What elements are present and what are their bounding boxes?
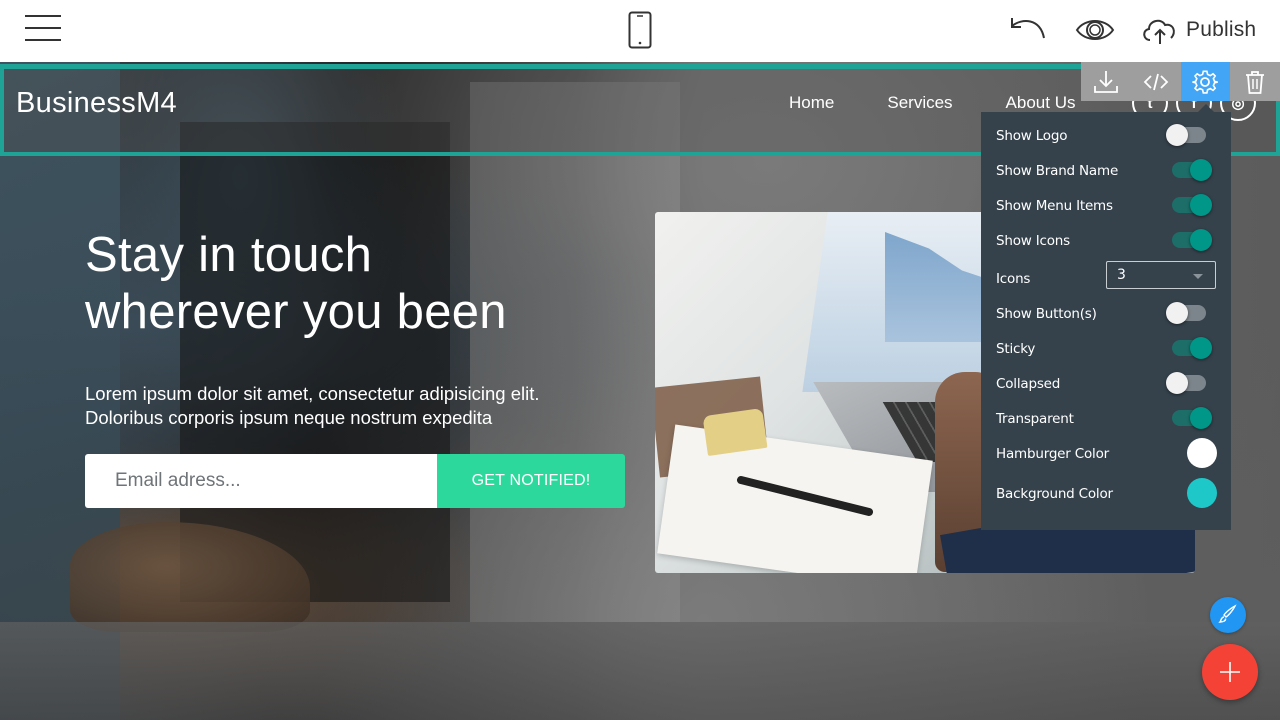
hamburger-menu-icon[interactable] [25,15,61,43]
setting-transparent: Transparent [996,406,1221,432]
email-input[interactable] [85,454,437,508]
hero-title-line-1: Stay in touch [85,228,373,282]
mobile-device-icon[interactable] [628,11,652,49]
collapsed-toggle[interactable] [1166,372,1206,394]
download-icon [1093,70,1118,93]
setting-collapsed: Collapsed [996,371,1221,397]
nav-menu: Home Services About Us [789,93,1128,113]
setting-background-color: Background Color [996,478,1221,508]
transparent-toggle[interactable] [1172,407,1212,429]
style-editor-button[interactable] [1210,597,1246,633]
settings-arrow [1198,104,1214,112]
show-menu-items-toggle[interactable] [1172,194,1212,216]
chevron-down-icon [1193,274,1203,279]
nav-link-home[interactable]: Home [789,93,834,113]
settings-button[interactable] [1180,62,1231,101]
hamburger-color-swatch[interactable] [1187,438,1217,468]
hero-text-line-1: Lorem ipsum dolor sit amet, consectetur … [85,383,540,404]
nav-link-about[interactable]: About Us [1006,93,1076,113]
brand-name[interactable]: BusinessM4 [16,87,177,120]
setting-show-menu-items: Show Menu Items [996,193,1221,219]
code-button[interactable] [1131,62,1181,101]
plus-icon [1220,662,1240,682]
hero-text-line-2: Doloribus corporis ipsum neque nostrum e… [85,407,493,428]
editor-toolbar: Publish [0,0,1280,62]
hero-title-line-2: wherever you been [85,285,507,339]
block-settings-panel: Show Logo Show Brand Name Show Menu Item… [981,112,1231,530]
cloud-upload-icon [1143,19,1175,44]
block-toolbar [1081,62,1280,101]
download-button[interactable] [1081,62,1131,101]
show-buttons-toggle[interactable] [1166,302,1206,324]
setting-show-brand-name: Show Brand Name [996,158,1221,184]
sticky-toggle[interactable] [1172,337,1212,359]
icons-count-select[interactable]: 3 [1106,261,1216,289]
setting-sticky: Sticky [996,336,1221,362]
publish-button[interactable]: Publish [1140,12,1256,48]
setting-hamburger-color: Hamburger Color [996,438,1221,468]
get-notified-button[interactable]: GET NOTIFIED! [437,454,625,508]
brush-icon [1218,604,1237,623]
add-block-button[interactable] [1202,644,1258,700]
show-icons-toggle[interactable] [1172,229,1212,251]
setting-icons-count: Icons 3 [996,261,1221,292]
undo-icon[interactable] [1008,14,1048,44]
background-color-swatch[interactable] [1187,478,1217,508]
preview-eye-icon[interactable] [1075,16,1115,44]
delete-button[interactable] [1230,62,1280,101]
trash-icon [1246,70,1265,94]
setting-show-icons: Show Icons [996,228,1221,254]
nav-link-services[interactable]: Services [887,93,952,113]
show-brand-name-toggle[interactable] [1172,159,1212,181]
setting-show-buttons: Show Button(s) [996,301,1221,327]
publish-label: Publish [1186,18,1257,41]
gear-icon [1192,69,1219,94]
hero-title: Stay in touch wherever you been [85,227,507,341]
code-icon [1143,73,1168,90]
show-logo-toggle[interactable] [1166,124,1206,146]
hero-text: Lorem ipsum dolor sit amet, consectetur … [85,382,645,430]
signup-form: GET NOTIFIED! [85,454,625,508]
setting-show-logo: Show Logo [996,123,1221,149]
